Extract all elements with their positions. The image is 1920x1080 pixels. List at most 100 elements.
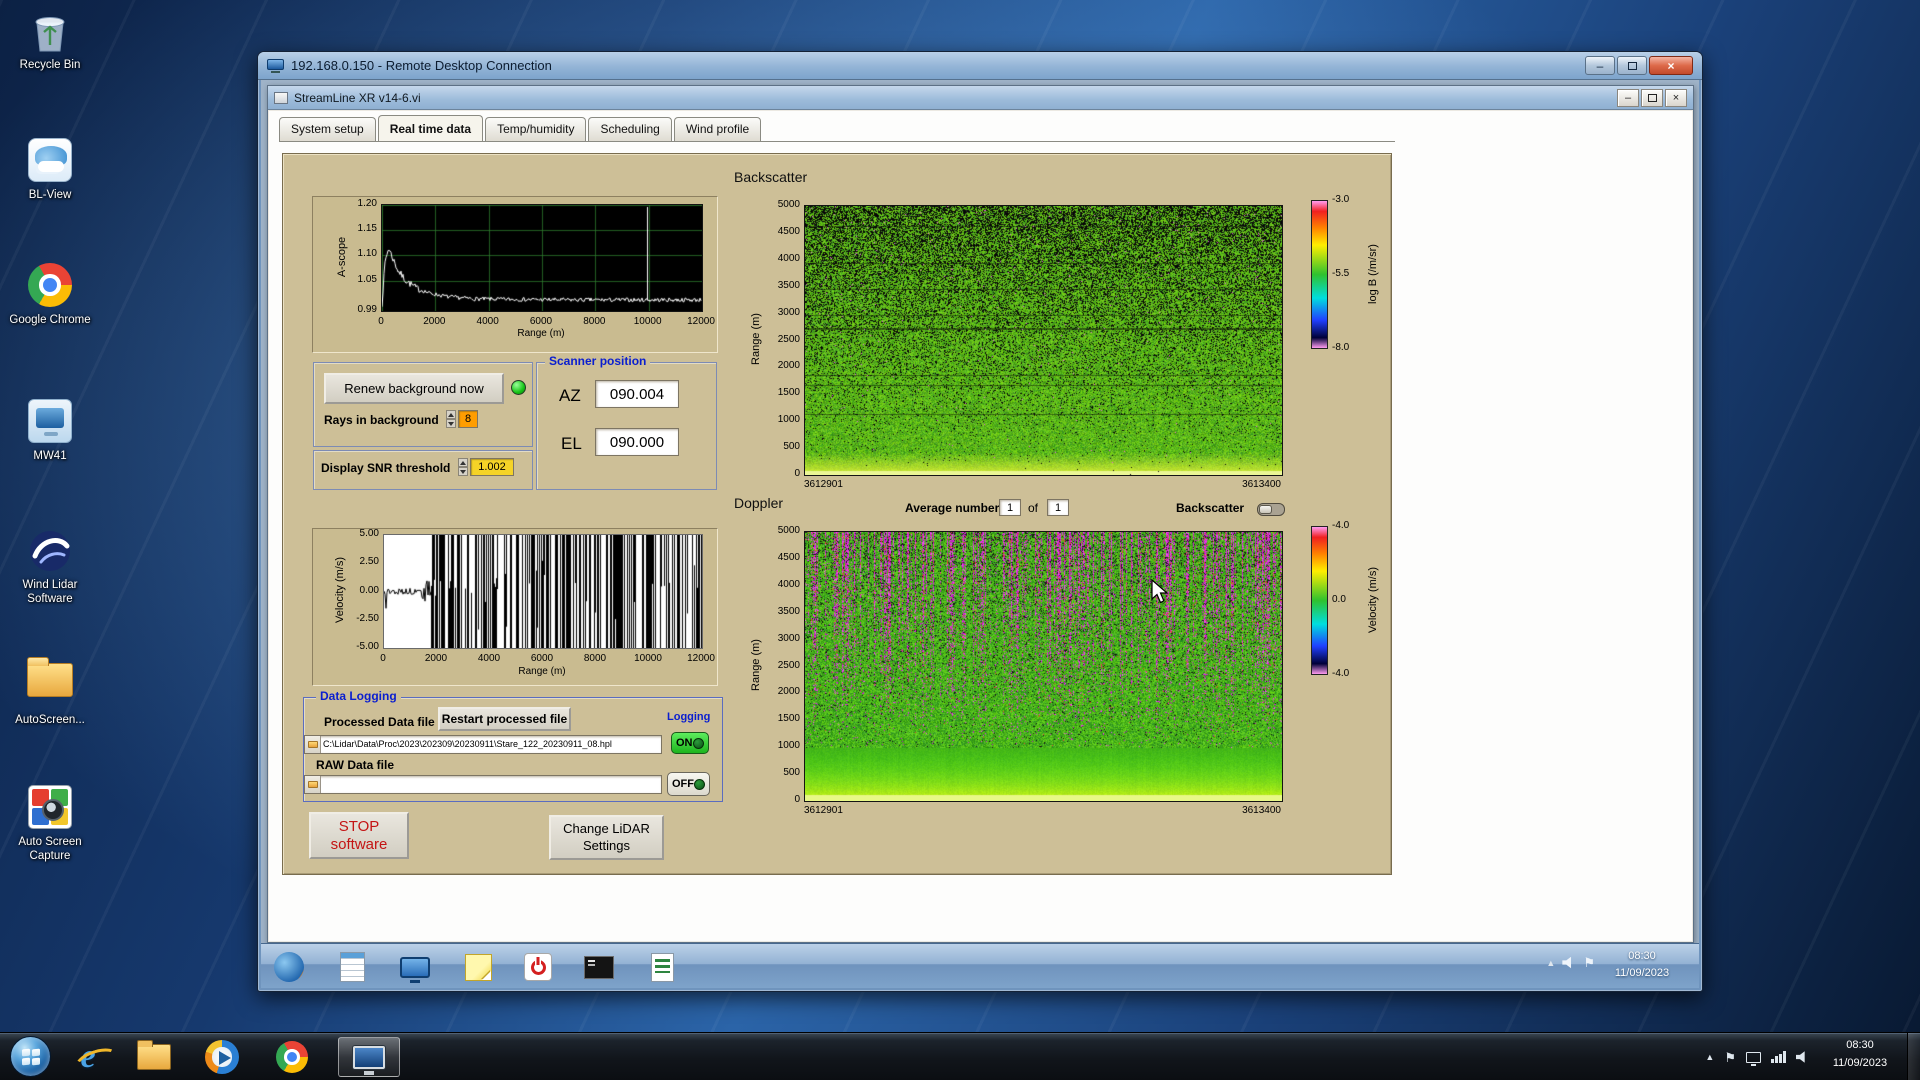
stop-software-button[interactable]: STOP software [309,812,409,859]
raw-path-text [321,776,325,793]
vi-minimize-button[interactable]: – [1617,88,1639,107]
tab-bar: System setup Real time data Temp/humidit… [279,114,763,141]
taskbar-internet-explorer[interactable]: e [62,1037,114,1077]
change-line1: Change LiDAR [563,821,650,837]
raw-logging-off-indicator[interactable]: OFF [667,772,710,796]
display-icon[interactable] [1746,1051,1761,1066]
average-number-box[interactable]: 1 [999,499,1021,516]
processed-data-file-label: Processed Data file [324,715,435,729]
taskbar-chrome[interactable] [266,1037,318,1077]
rdp-titlebar[interactable]: 192.168.0.150 - Remote Desktop Connectio… [258,52,1702,80]
backscatter-y-tick: 5000 [777,199,800,210]
doppler-colorbar-label: Velocity (m/s) [1367,566,1379,634]
session-sticky-notes-icon[interactable] [460,949,496,985]
vi-close-button[interactable]: × [1665,88,1687,107]
doppler-y-tick: 1500 [777,713,800,725]
desktop-icon-wind-lidar[interactable]: Wind Lidar Software [2,528,98,607]
processed-path-box[interactable]: C:\Lidar\Data\Proc\2023\202309\20230911\… [304,735,662,754]
session-action-center-flag-icon[interactable]: ⚑ [1583,956,1595,969]
doppler-x-tick-right: 3613400 [1242,805,1281,816]
doppler-y-tick: 3000 [777,632,800,644]
raw-path-box[interactable] [304,775,662,794]
vi-restore-button[interactable] [1641,88,1663,107]
taskbar-remote-desktop-active[interactable] [338,1037,400,1077]
session-volume-icon[interactable] [1562,956,1572,969]
desktop-icon-autoscreen[interactable]: AutoScreen... [2,655,98,727]
network-icon[interactable] [1771,1051,1786,1063]
show-desktop-button[interactable] [1907,1033,1920,1080]
on-label: ON [676,737,693,749]
rdp-close-button[interactable]: × [1649,56,1693,75]
backscatter-colorbar [1311,200,1328,349]
tab-temp-humidity[interactable]: Temp/humidity [485,117,587,141]
backscatter-y-tick: 1000 [777,414,800,426]
velocity-y-tick: 2.50 [359,556,379,568]
change-lidar-settings-button[interactable]: Change LiDAR Settings [549,815,664,860]
doppler-y-tick: 3500 [777,605,800,617]
desktop-icon-label: AutoScreen... [15,714,85,726]
drive-icon[interactable] [305,776,321,793]
session-clock[interactable]: 08:30 11/09/2023 [1599,948,1685,982]
velocity-x-tick: 10000 [634,653,662,664]
processed-logging-on-indicator[interactable]: ON [671,732,709,754]
ascope-x-tick: 2000 [423,316,446,327]
tab-divider [279,141,1395,142]
tab-real-time-data[interactable]: Real time data [377,115,484,141]
drive-icon[interactable] [305,736,321,753]
session-remote-desktop-icon[interactable] [397,949,433,985]
session-xr-file-icon[interactable] [644,949,680,985]
led-dot [693,737,704,749]
snr-value-box[interactable]: 1.002 [470,458,514,476]
backscatter-colorbar-tick: -8.0 [1332,342,1350,353]
desktop-icon-mw41[interactable]: MW41 [2,399,98,463]
volume-icon[interactable] [1796,1051,1805,1063]
clock[interactable]: 08:30 11/09/2023 [1816,1037,1904,1072]
average-total-box[interactable]: 1 [1047,499,1069,516]
snr-spinner[interactable] [458,458,468,476]
session-hidden-icons-chevron[interactable]: ▲ [1546,958,1555,968]
session-command-prompt-icon[interactable] [581,949,617,985]
desktop-icon-label: BL-View [28,189,72,201]
tab-scheduling[interactable]: Scheduling [588,117,672,141]
desktop-icon-label: Wind Lidar Software [22,579,78,606]
doppler-colorbar-tick: -4.0 [1332,520,1350,531]
ascope-x-tick: 12000 [687,316,715,327]
rays-value-box[interactable]: 8 [458,410,478,428]
renew-background-button[interactable]: Renew background now [324,373,504,404]
backscatter-toggle-switch[interactable] [1257,503,1285,516]
desktop-icon-auto-screen-capture[interactable]: Auto Screen Capture [2,785,98,864]
vi-titlebar[interactable]: StreamLine XR v14-6.vi – × [268,86,1693,110]
velocity-y-tick: -5.00 [356,641,379,652]
session-browser-icon[interactable] [271,949,307,985]
desktop-icon-recycle-bin[interactable]: Recycle Bin [2,8,98,72]
doppler-y-tick: 5000 [777,525,800,536]
internet-explorer-icon: e [80,1038,96,1075]
velocity-x-tick: 0 [380,653,386,664]
tab-wind-profile[interactable]: Wind profile [673,117,762,141]
led-dot [694,778,705,790]
ascope-y-tick: 0.99 [357,304,377,315]
taskbar-media-player[interactable] [196,1037,248,1077]
desktop-icon-bl-view[interactable]: BL-View [2,138,98,202]
bl-view-icon [27,138,73,184]
session-tray: ▲ ⚑ [1546,956,1595,969]
host-taskbar: e ▲ ⚑ 08:30 11/09/2023 [0,1032,1920,1080]
processed-path-text: C:\Lidar\Data\Proc\2023\202309\20230911\… [323,739,612,749]
rdp-maximize-button[interactable] [1617,56,1647,75]
restart-processed-file-button[interactable]: Restart processed file [438,707,571,731]
front-panel: A-scope Range (m) Renew background now R… [282,153,1392,875]
ascope-x-tick: 0 [378,316,384,327]
session-shutdown-icon[interactable] [520,949,556,985]
rays-spinner[interactable] [446,410,456,428]
action-center-flag-icon[interactable]: ⚑ [1724,1051,1736,1064]
tab-system-setup[interactable]: System setup [279,117,376,141]
taskbar-explorer[interactable] [128,1037,180,1077]
start-button[interactable] [10,1036,51,1077]
desktop-icon-google-chrome[interactable]: Google Chrome [2,263,98,327]
velocity-x-axis-label: Range (m) [518,666,566,677]
hidden-icons-chevron[interactable]: ▲ [1705,1052,1714,1062]
vi-window-icon [274,91,288,104]
doppler-colorbar-tick: -4.0 [1332,668,1350,679]
session-notepad-icon[interactable] [334,949,370,985]
rdp-minimize-button[interactable]: – [1585,56,1615,75]
